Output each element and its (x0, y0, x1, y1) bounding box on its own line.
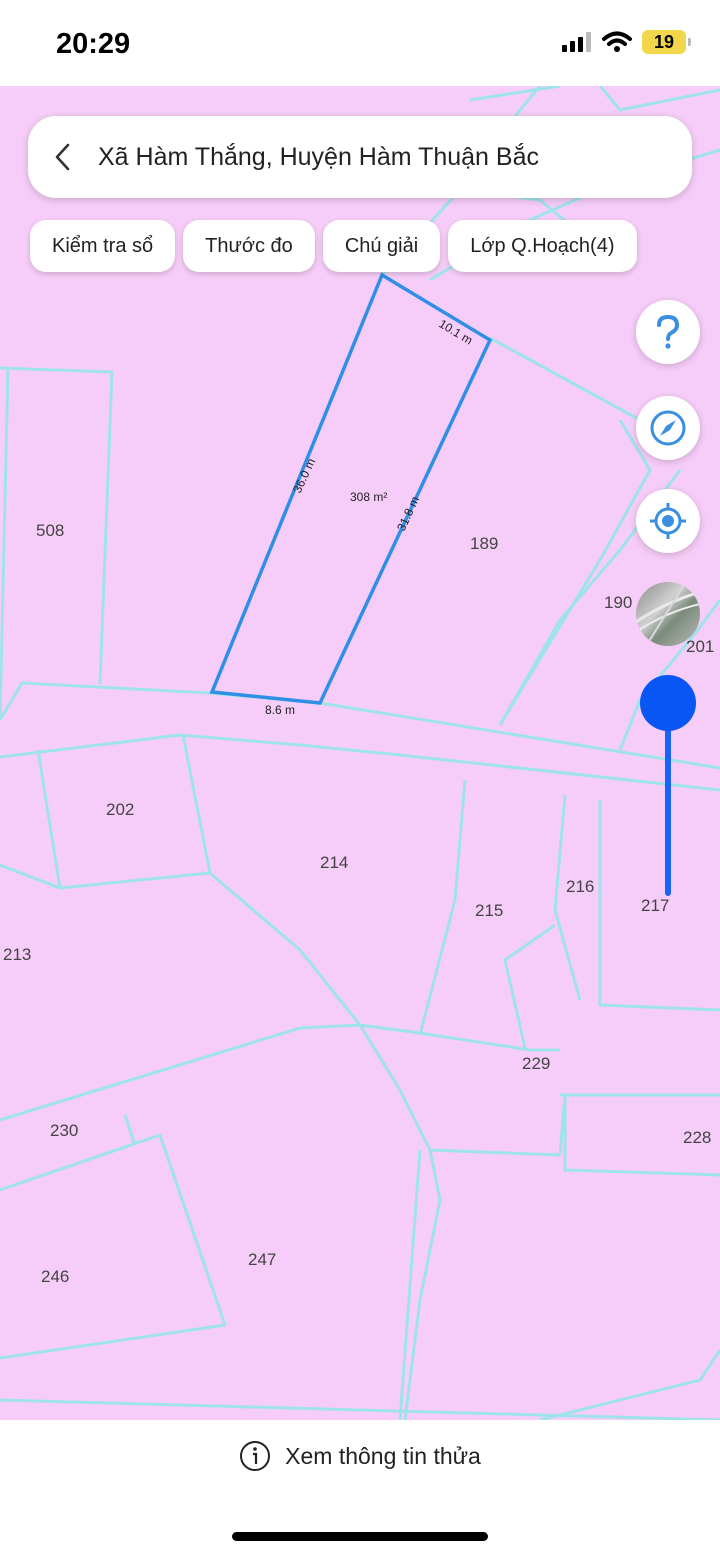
battery-level: 19 (653, 31, 675, 52)
planning-layer-chip[interactable]: Lớp Q.Hoạch(4) (448, 220, 637, 272)
location-search-bar[interactable]: Xã Hàm Thắng, Huyện Hàm Thuận Bắc (28, 116, 692, 198)
back-button[interactable] (28, 116, 98, 198)
legend-chip[interactable]: Chú giải (322, 220, 441, 272)
plot-label[interactable]: 508 (36, 521, 64, 540)
cadastral-map[interactable]: 308 m² 10.1 m 31.8 m 8.6 m 36.0 m 508 18… (0, 86, 720, 1420)
status-icons: 19 (562, 30, 691, 54)
plot-label[interactable]: 213 (3, 945, 31, 964)
compass-icon (650, 410, 686, 446)
satellite-layer-button[interactable] (636, 582, 700, 646)
toolbar-chips: Kiểm tra sổ Thước đo Chú giải Lớp Q.Hoạc… (30, 220, 637, 272)
parcel-lines: 308 m² 10.1 m 31.8 m 8.6 m 36.0 m 508 18… (0, 86, 720, 1420)
plot-label[interactable]: 246 (41, 1267, 69, 1286)
plot-label[interactable]: 189 (470, 534, 498, 553)
view-parcel-info-button[interactable]: Xem thông tin thửa (0, 1440, 720, 1472)
selected-parcel-area: 308 m² (350, 490, 387, 504)
edge-label-right: 31.8 m (394, 494, 422, 533)
plot-label[interactable]: 230 (50, 1121, 78, 1140)
plot-label[interactable]: 190 (604, 593, 632, 612)
plot-label[interactable]: 217 (641, 896, 669, 915)
view-parcel-info-label: Xem thông tin thửa (285, 1442, 481, 1469)
plot-label[interactable]: 202 (106, 800, 134, 819)
compass-button[interactable] (636, 396, 700, 460)
help-icon (657, 314, 680, 349)
selected-parcel-outline[interactable] (209, 272, 493, 705)
plot-label[interactable]: 214 (320, 853, 348, 872)
zoom-slider-handle[interactable] (640, 675, 696, 731)
signal-icon (562, 32, 591, 52)
location-title: Xã Hàm Thắng, Huyện Hàm Thuận Bắc (98, 142, 539, 171)
check-certificate-chip[interactable]: Kiểm tra sổ (30, 220, 176, 272)
plot-label[interactable]: 247 (248, 1250, 276, 1269)
satellite-layer-icon (636, 582, 700, 646)
battery-icon: 19 (642, 30, 691, 54)
edge-label-left: 36.0 m (290, 456, 318, 495)
plot-label[interactable]: 228 (683, 1128, 711, 1147)
plot-label[interactable]: 216 (566, 877, 594, 896)
bottom-bar: Xem thông tin thửa (0, 1420, 720, 1558)
info-icon (240, 1441, 271, 1471)
plot-label[interactable]: 229 (522, 1054, 550, 1073)
home-indicator (232, 1532, 488, 1541)
ruler-chip[interactable]: Thước đo (183, 220, 315, 272)
wifi-icon (602, 31, 632, 52)
status-bar: 20:29 19 (0, 0, 720, 86)
my-location-button[interactable] (636, 489, 700, 553)
locate-icon (650, 503, 686, 539)
edge-label-bottom: 8.6 m (265, 703, 295, 717)
status-time: 20:29 (56, 28, 131, 60)
help-button[interactable] (636, 300, 700, 364)
back-icon (55, 143, 70, 171)
plot-label[interactable]: 215 (475, 901, 503, 920)
plot-label[interactable]: 201 (686, 637, 714, 656)
